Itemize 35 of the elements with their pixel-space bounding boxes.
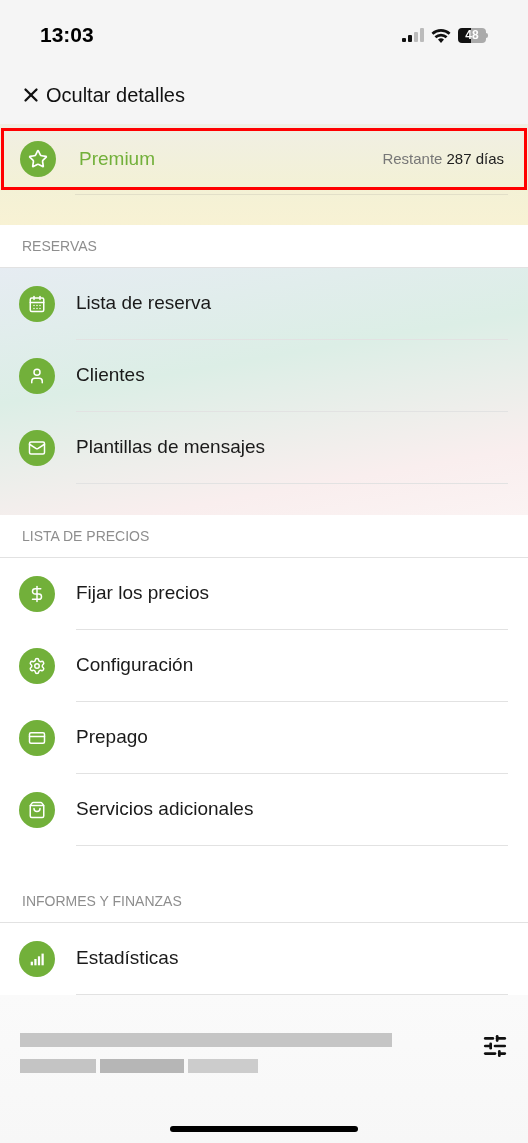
menu-item-label: Estadísticas	[76, 946, 179, 971]
bar-chart-icon	[19, 941, 55, 977]
remaining-days: 287 días	[446, 147, 504, 171]
shopping-bag-icon	[19, 792, 55, 828]
section-header: INFORMES Y FINANZAS	[22, 891, 182, 911]
menu-item[interactable]: Fijar los precios	[0, 558, 528, 630]
menu-item[interactable]: Clientes	[0, 340, 528, 412]
dollar-icon	[19, 576, 55, 612]
premium-row[interactable]: Premium Restante 287 días	[1, 128, 527, 190]
settings-icon	[19, 648, 55, 684]
premium-title: Premium	[79, 146, 156, 171]
menu-item[interactable]: Plantillas de mensajes	[0, 412, 528, 484]
status-time: 13:03	[40, 22, 94, 49]
calendar-icon	[19, 286, 55, 322]
wifi-icon	[431, 27, 451, 43]
menu-item-label: Prepago	[76, 725, 148, 750]
menu-item[interactable]: Lista de reserva	[0, 268, 528, 340]
section-header: LISTA DE PRECIOS	[22, 526, 150, 546]
remaining-label: Restante	[382, 148, 443, 169]
signal-icon	[402, 28, 424, 42]
menu-item-label: Plantillas de mensajes	[76, 435, 266, 460]
menu-item-label: Servicios adicionales	[76, 797, 254, 822]
person-icon	[19, 358, 55, 394]
menu-item[interactable]: Configuración	[0, 630, 528, 702]
menu-item-label: Clientes	[76, 363, 145, 388]
mail-icon	[19, 430, 55, 466]
menu-item-label: Configuración	[76, 653, 194, 678]
hide-details-button[interactable]: Ocultar detalles	[20, 80, 185, 110]
credit-card-icon	[19, 720, 55, 756]
section-header: RESERVAS	[22, 236, 97, 256]
menu-item-label: Lista de reserva	[76, 291, 212, 316]
menu-item-label: Fijar los precios	[76, 581, 210, 606]
menu-item[interactable]: Servicios adicionales	[0, 774, 528, 846]
menu-item[interactable]: Prepago	[0, 702, 528, 774]
filter-settings-icon[interactable]	[482, 1033, 508, 1059]
